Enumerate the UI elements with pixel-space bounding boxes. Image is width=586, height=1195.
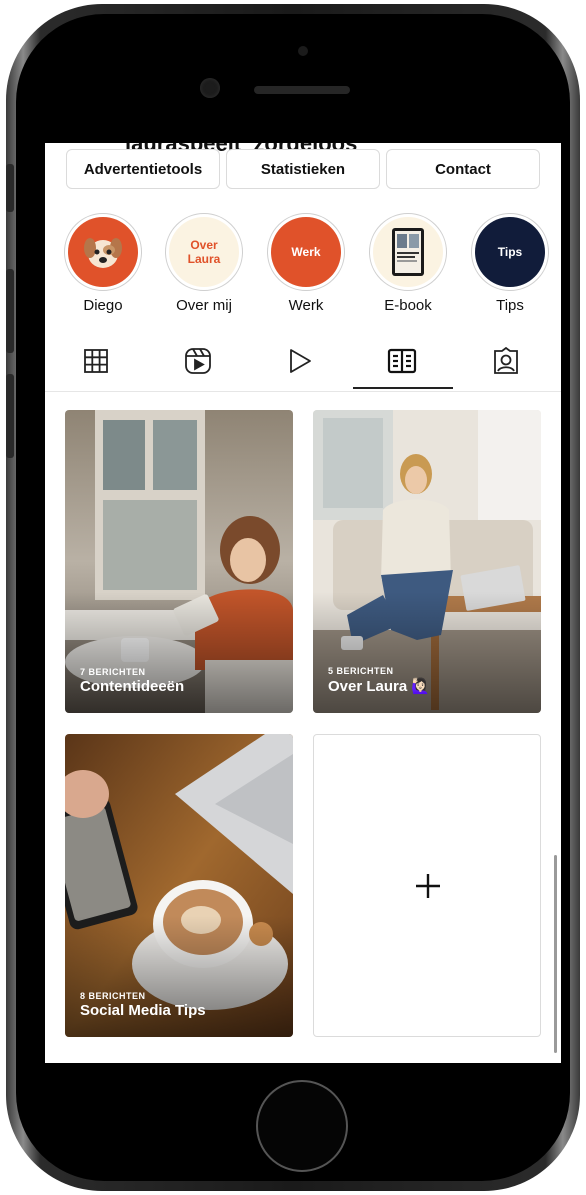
- profile-tab-bar: [45, 333, 561, 392]
- highlight-ebook[interactable]: E-book: [365, 213, 451, 314]
- guide-post-count: 8 BERICHTEN: [80, 991, 146, 1001]
- guide-card-social-media-tips[interactable]: 8 BERICHTEN Social Media Tips: [65, 734, 293, 1037]
- plus-icon: [416, 874, 440, 898]
- highlight-cover-over-laura: Over Laura: [169, 217, 239, 287]
- highlight-ring: Tips: [471, 213, 549, 291]
- highlight-cover-tips: Tips: [475, 217, 545, 287]
- highlight-ring: Over Laura: [165, 213, 243, 291]
- guide-title: Contentideeën: [80, 678, 185, 695]
- highlight-label: Tips: [496, 297, 524, 314]
- guide-title: Over Laura 🙋🏻‍♀️: [328, 678, 431, 695]
- story-highlights: Diego Over Laura Over mij Werk Werk E-bo…: [45, 213, 561, 323]
- contact-button[interactable]: Contact: [386, 149, 540, 189]
- volume-up-button: [6, 269, 14, 353]
- highlight-ring: [369, 213, 447, 291]
- cover-text-line1: Over: [190, 238, 218, 252]
- add-guide-button[interactable]: [313, 734, 541, 1037]
- highlight-label: E-book: [384, 297, 432, 314]
- dog-face-icon: [68, 217, 138, 287]
- home-button[interactable]: [256, 1080, 348, 1172]
- statistieken-button[interactable]: Statistieken: [226, 149, 380, 189]
- highlight-label: Over mij: [176, 297, 232, 314]
- highlight-label: Werk: [288, 297, 324, 314]
- guide-card-text: 5 BERICHTEN Over Laura 🙋🏻‍♀️: [328, 666, 430, 695]
- cover-text-line2: Laura: [187, 252, 221, 266]
- highlight-werk[interactable]: Werk Werk: [263, 213, 349, 314]
- tab-guides[interactable]: [357, 333, 447, 389]
- guide-post-count: 5 BERICHTEN: [328, 666, 394, 676]
- tab-reels[interactable]: [153, 333, 243, 389]
- highlight-cover-werk: Werk: [271, 217, 341, 287]
- advertentietools-button[interactable]: Advertentietools: [66, 149, 220, 189]
- highlight-ring: [64, 213, 142, 291]
- highlight-over-mij[interactable]: Over Laura Over mij: [161, 213, 247, 314]
- instagram-profile-screen: lauraspeelt_zorgeloos Advertentietools S…: [45, 143, 561, 1063]
- scrollbar[interactable]: [554, 855, 557, 1053]
- profile-action-buttons: Advertentietools Statistieken Contact: [66, 149, 540, 189]
- highlight-diego[interactable]: Diego: [60, 213, 146, 314]
- guide-post-count: 7 BERICHTEN: [80, 667, 146, 677]
- proximity-sensor: [298, 46, 308, 56]
- guide-title: Social Media Tips: [80, 1002, 206, 1019]
- guides-icon: [387, 348, 417, 374]
- tab-tagged[interactable]: [461, 333, 551, 389]
- highlight-label: Diego: [83, 297, 123, 314]
- front-camera: [200, 78, 220, 98]
- ebook-cover-icon: [373, 217, 443, 287]
- tab-videos[interactable]: [255, 333, 345, 389]
- tab-posts-grid[interactable]: [51, 333, 141, 389]
- reels-icon: [185, 348, 211, 374]
- highlight-tips[interactable]: Tips Tips: [467, 213, 553, 314]
- earpiece-speaker: [254, 86, 350, 94]
- volume-down-button: [6, 374, 14, 458]
- grid-icon: [84, 349, 108, 373]
- active-tab-indicator: [353, 387, 453, 389]
- guide-card-contentideeen[interactable]: 7 BERICHTEN Contentideeën: [65, 410, 293, 713]
- guide-card-text: 8 BERICHTEN Social Media Tips: [80, 991, 206, 1019]
- highlight-ring: Werk: [267, 213, 345, 291]
- video-icon: [290, 349, 311, 373]
- guide-card-text: 7 BERICHTEN Contentideeën: [80, 667, 184, 695]
- guide-card-over-laura[interactable]: 5 BERICHTEN Over Laura 🙋🏻‍♀️: [313, 410, 541, 713]
- mute-switch: [6, 164, 14, 212]
- tagged-icon: [494, 347, 518, 374]
